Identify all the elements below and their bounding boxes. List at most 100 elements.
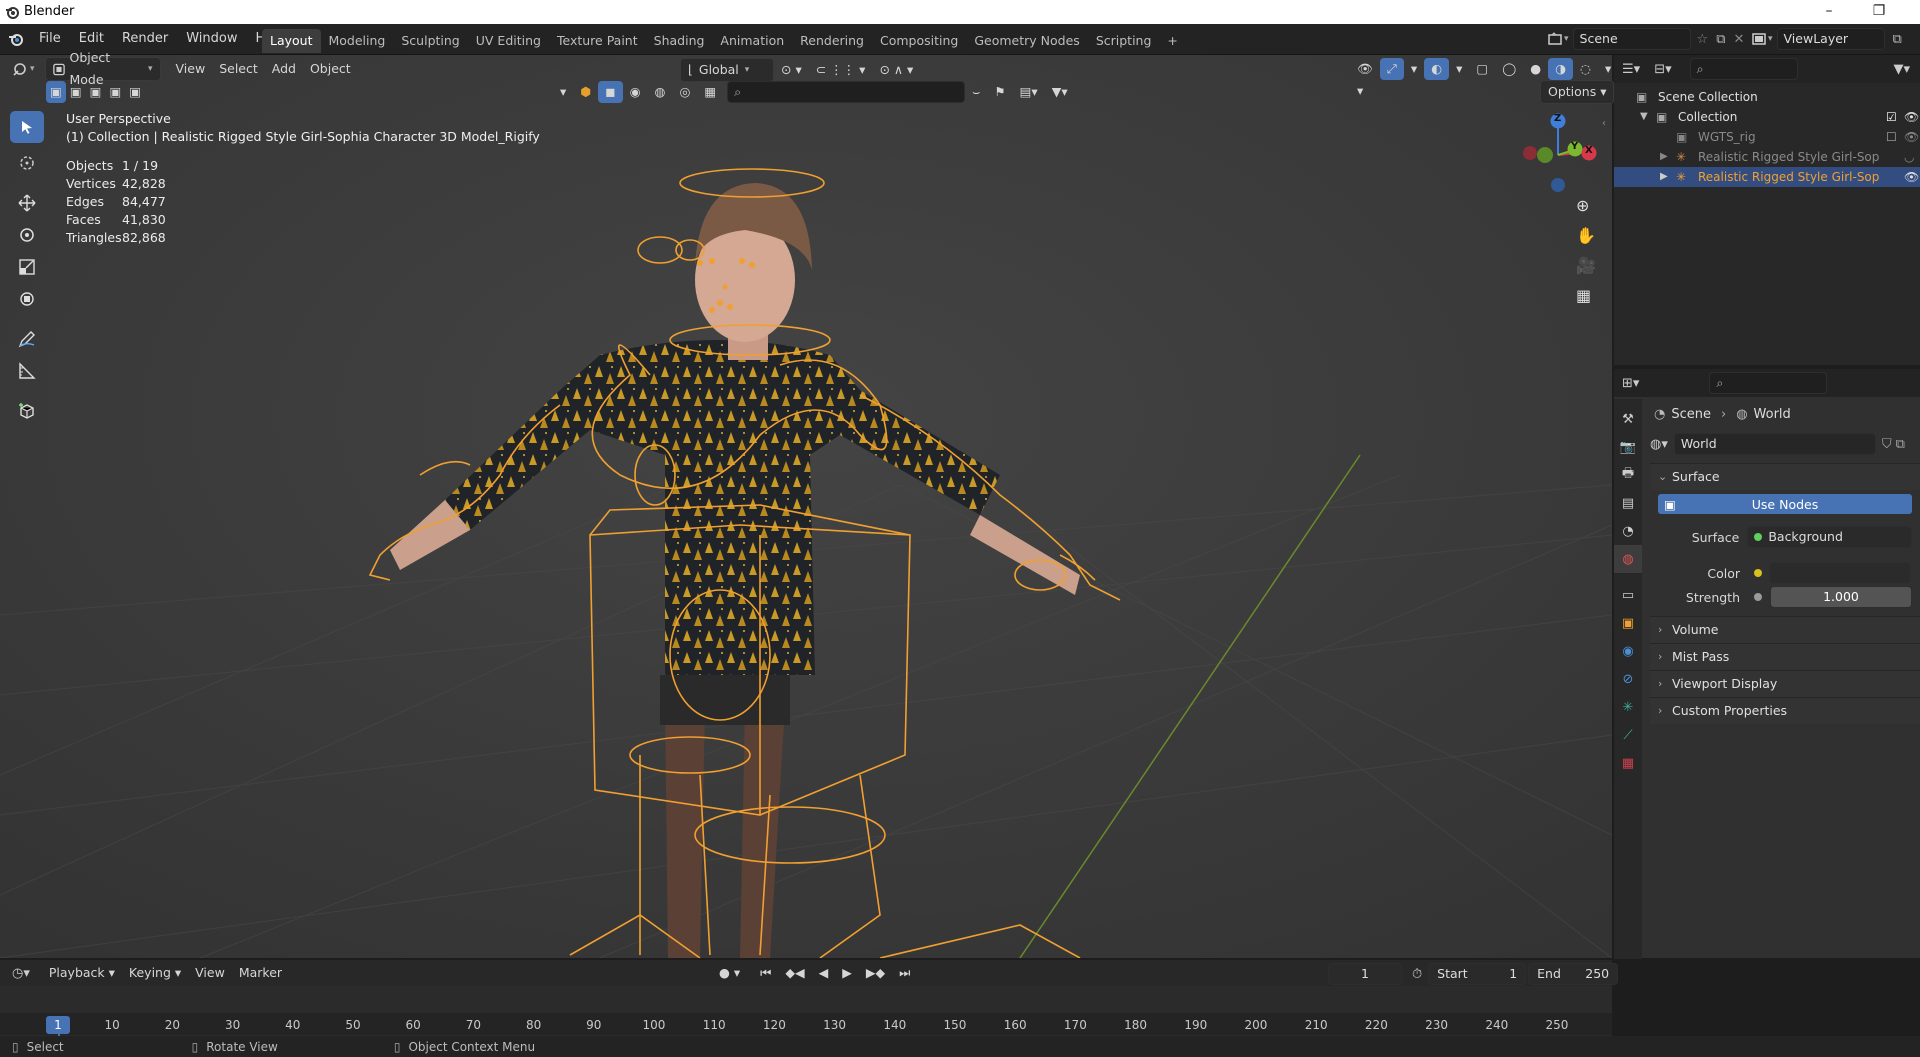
view-layer-tab-icon[interactable]: ▤ — [1614, 489, 1642, 517]
pin-icon[interactable]: ☆ — [1697, 32, 1709, 47]
snap-icon[interactable]: ⊂ ⋮⋮ ▾ — [809, 59, 873, 81]
tab-scripting[interactable]: Scripting — [1088, 29, 1160, 53]
select-box-tool[interactable] — [10, 111, 44, 143]
pan-hand-icon[interactable]: ✋ — [1576, 226, 1596, 256]
play-reverse-icon[interactable]: ◀ — [812, 962, 836, 984]
scene-icon[interactable] — [1548, 32, 1562, 46]
tool-tab-icon[interactable]: ⚒ — [1614, 405, 1642, 433]
collapse-icon[interactable]: ▾ — [553, 81, 573, 103]
new-view-layer-icon[interactable]: ⧉ — [1893, 32, 1902, 47]
filter-world-icon[interactable]: ◎ — [672, 81, 697, 103]
zoom-icon[interactable]: ⊕ — [1576, 196, 1596, 226]
sort-icon[interactable]: ▤▾ — [1013, 81, 1045, 103]
viewport-menu-select[interactable]: Select — [212, 58, 265, 80]
visibility-icon[interactable]: 👁▾ — [1350, 58, 1380, 98]
select-extend-icon[interactable]: ▣ — [66, 81, 86, 103]
output-tab-icon[interactable]: 🖶 — [1614, 461, 1642, 489]
next-keyframe-icon[interactable]: ▶◆ — [859, 962, 892, 984]
tab-animation[interactable]: Animation — [712, 29, 792, 53]
constraints-tab-icon[interactable]: ⊘ — [1614, 665, 1642, 693]
object-tab-icon[interactable]: ▣ — [1614, 609, 1642, 637]
strength-field[interactable]: 1.000 — [1770, 586, 1912, 608]
view-layer-icon[interactable] — [1752, 32, 1766, 46]
bone-tab-icon[interactable]: ⟋ — [1614, 721, 1642, 749]
jump-end-icon[interactable]: ⏭ — [892, 962, 917, 984]
view-layer-field[interactable]: ViewLayer — [1776, 28, 1885, 50]
gizmo-toggle-icon[interactable]: ⤢ — [1379, 58, 1404, 80]
options-button[interactable]: Options ▾ — [1540, 80, 1615, 104]
scene-name-field[interactable]: Scene — [1572, 28, 1691, 50]
annotate-tool[interactable] — [10, 323, 44, 355]
measure-tool[interactable] — [10, 355, 44, 387]
timeline-menu-keying[interactable]: Keying ▾ — [122, 962, 188, 984]
play-icon[interactable]: ▶ — [835, 962, 859, 984]
timeline-ruler[interactable]: 1 10 20 30 40 50 60 70 80 90 100 110 120 130 140 150 160… — [0, 986, 1612, 1056]
scene-tab-icon[interactable]: ◔ — [1614, 517, 1642, 545]
transform-tool[interactable] — [10, 283, 44, 315]
solid-shading-icon[interactable]: ● — [1523, 58, 1548, 80]
timeline-menu-view[interactable]: View — [188, 962, 232, 984]
outliner-row-armature-selected[interactable]: ▶ ✳ Realistic Rigged Style Girl-Sophia C… — [1614, 167, 1920, 187]
mist-pass-panel-header[interactable]: › Mist Pass — [1650, 643, 1920, 670]
render-tab-icon[interactable]: 📷 — [1614, 433, 1642, 461]
tab-sculpting[interactable]: Sculpting — [393, 29, 467, 53]
outliner-row-collection[interactable]: ▼ ▣ Collection ☑ 👁 — [1614, 107, 1920, 127]
prev-keyframe-icon[interactable]: ◆◀ — [778, 962, 811, 984]
viewport-menu-add[interactable]: Add — [265, 58, 303, 80]
timeline-menu-marker[interactable]: Marker — [232, 962, 289, 984]
outliner-search-input[interactable]: ⌕ — [1689, 58, 1798, 80]
eyedropper-icon[interactable]: ⌣ — [965, 81, 987, 103]
properties-search-input[interactable]: ⌕ — [1709, 372, 1828, 394]
filter-icon[interactable]: ▼▾ — [1045, 81, 1075, 103]
add-workspace-button[interactable]: + — [1159, 29, 1185, 53]
tab-texture-paint[interactable]: Texture Paint — [549, 29, 646, 53]
custom-properties-panel-header[interactable]: › Custom Properties — [1650, 697, 1920, 724]
move-tool[interactable] — [10, 187, 44, 219]
new-scene-icon[interactable]: ⧉ — [1716, 32, 1725, 47]
outliner-editor-type-icon[interactable]: ☰▾ — [1622, 62, 1640, 77]
end-frame-field[interactable]: End 250 — [1528, 963, 1619, 985]
gizmo-dropdown[interactable]: ▾ — [1404, 58, 1424, 80]
viewport-menu-view[interactable]: View — [169, 58, 213, 80]
overlay-toggle-icon[interactable]: ◐ — [1424, 58, 1450, 80]
minimize-button[interactable]: – — [1806, 0, 1852, 24]
transform-orientation[interactable]: ⌊ Global ▾ — [680, 58, 774, 82]
fake-user-icon[interactable]: ⛉ — [1882, 437, 1892, 452]
timeline-menu-playback[interactable]: Playback ▾ — [42, 962, 122, 984]
rotate-tool[interactable] — [10, 219, 44, 251]
display-mode-icon[interactable]: ⊟▾ — [1654, 62, 1671, 77]
object-type-icon[interactable]: ⬢ — [573, 81, 598, 103]
expand-chevron-icon[interactable]: ▼ — [1640, 107, 1648, 127]
texture-tab-icon[interactable]: ▦ — [1614, 749, 1642, 777]
select-new-icon[interactable]: ▣ — [46, 81, 66, 103]
select-invert-icon[interactable]: ▣ — [105, 81, 125, 103]
tab-geometry-nodes[interactable]: Geometry Nodes — [966, 29, 1087, 53]
visibility-eye-icon[interactable]: 👁 — [1904, 167, 1919, 187]
expand-chevron-icon[interactable]: ▶ — [1660, 167, 1668, 187]
tab-rendering[interactable]: Rendering — [792, 29, 872, 53]
sidebar-toggle-icon[interactable]: ‹ — [1602, 118, 1606, 129]
restore-button[interactable]: ❐ — [1856, 0, 1902, 24]
wireframe-shading-icon[interactable]: ◯ — [1495, 58, 1523, 80]
duplicate-world-icon[interactable]: ⧉ — [1896, 437, 1905, 452]
filter-grid-icon[interactable]: ▦ — [697, 81, 723, 103]
world-name-field[interactable]: World — [1673, 433, 1876, 455]
add-cube-tool[interactable] — [10, 395, 44, 427]
navigation-gizmo[interactable]: Z Y X — [1512, 110, 1604, 200]
tab-shading[interactable]: Shading — [646, 29, 713, 53]
world-tab-icon[interactable]: ◍ — [1614, 545, 1642, 573]
outliner-row-scene-collection[interactable]: ▣ Scene Collection — [1614, 87, 1920, 107]
mode-selector[interactable]: Object Mode ▾ — [44, 50, 161, 87]
world-datablock-icon[interactable]: ◍▾ — [1650, 437, 1668, 452]
tab-compositing[interactable]: Compositing — [872, 29, 966, 53]
delete-scene-icon[interactable]: ✕ — [1733, 32, 1744, 47]
select-intersect-icon[interactable]: ▣ — [125, 81, 145, 103]
color-swatch[interactable] — [1770, 563, 1910, 583]
current-frame-field[interactable]: 1 — [1328, 963, 1402, 985]
jump-start-icon[interactable]: ⏮ — [753, 962, 778, 984]
timeline-editor-type-icon[interactable]: ◷▾ — [12, 966, 30, 981]
bookmark-icon[interactable]: ⚑ — [987, 81, 1012, 103]
rendered-shading-icon[interactable]: ◌ — [1573, 58, 1598, 80]
scale-tool[interactable] — [10, 251, 44, 283]
collection-tab-icon[interactable]: ▭ — [1614, 581, 1642, 609]
